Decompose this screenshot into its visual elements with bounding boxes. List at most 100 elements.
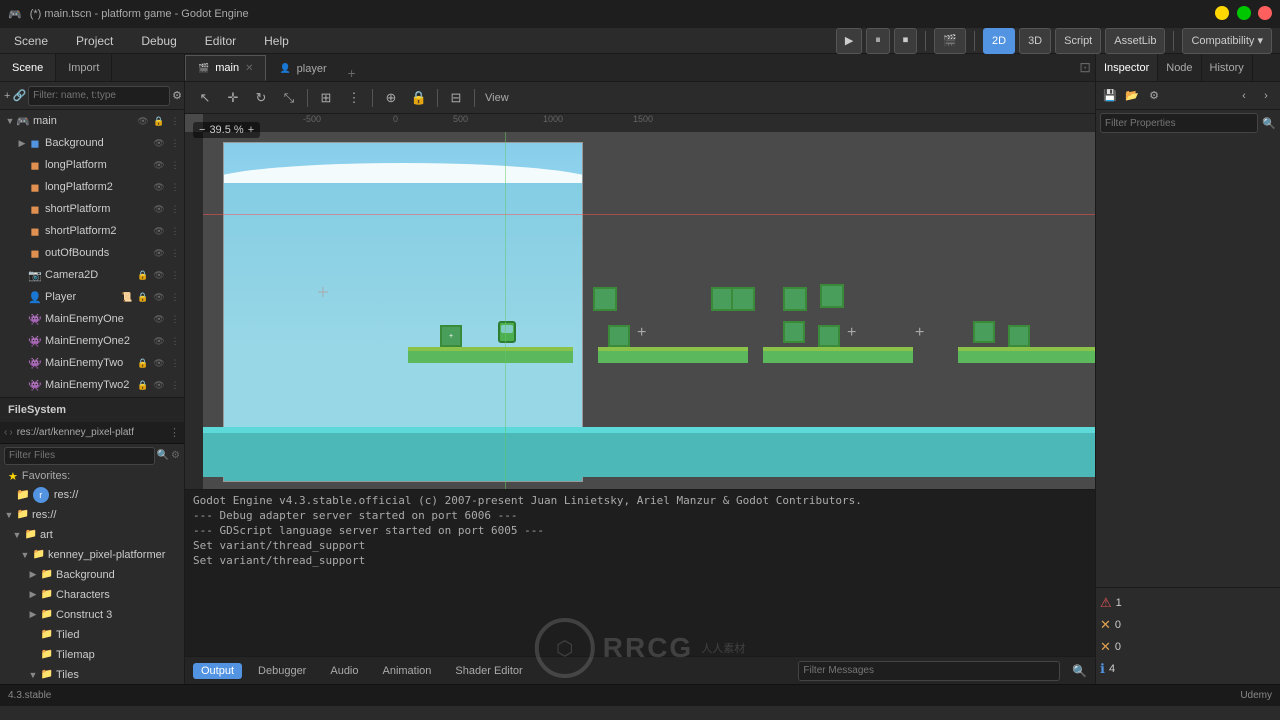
crosshair-v xyxy=(323,287,324,297)
info-count: 4 xyxy=(1109,663,1115,675)
file-item-construct3[interactable]: ▶ 📁 Construct 3 xyxy=(0,605,184,625)
tree-item-player[interactable]: ▶ 👤 Player 📜 🔒 👁 ⋮ xyxy=(0,286,184,308)
link-node-button[interactable]: 🔗 xyxy=(12,86,26,106)
file-item-background-folder[interactable]: ▶ 📁 Background xyxy=(0,565,184,585)
dots-icon: ⋮ xyxy=(168,136,182,150)
zoom-in-btn[interactable]: + xyxy=(248,124,254,136)
pivot-tool[interactable]: ⊕ xyxy=(379,86,403,110)
tab-inspector[interactable]: Inspector xyxy=(1096,54,1158,81)
tab-player[interactable]: 👤 player xyxy=(266,55,339,81)
tree-item-camera2d[interactable]: ▶ 📷 Camera2D 🔒 👁 ⋮ xyxy=(0,264,184,286)
rtb-load[interactable]: 📂 xyxy=(1122,86,1142,106)
file-item-tiles[interactable]: ▼ 📁 Tiles xyxy=(0,665,184,685)
menu-scene[interactable]: Scene xyxy=(8,32,54,50)
tree-item-shortplatform2[interactable]: ▶ ◼ shortPlatform2 👁 ⋮ xyxy=(0,220,184,242)
filesystem-filter: 🔍 ⚙ xyxy=(0,444,184,468)
filter-search-icon[interactable]: 🔍 xyxy=(1262,117,1276,130)
menu-help[interactable]: Help xyxy=(258,32,295,50)
close-button[interactable] xyxy=(1258,6,1272,20)
tree-item-mainenemyone[interactable]: ▶ 👾 MainEnemyOne 👁 ⋮ xyxy=(0,308,184,330)
mode-2d-button[interactable]: 2D xyxy=(983,28,1015,54)
filter-options-button[interactable]: ⚙ xyxy=(172,86,182,106)
node-icon: 👤 xyxy=(28,290,42,304)
tab-shader-editor[interactable]: Shader Editor xyxy=(447,663,530,679)
center-right-area: 🎬 main ✕ 👤 player + ⊡ ↖ ✛ ↻ ⤡ ⊞ ⋮ ⊕ 🔒 xyxy=(185,54,1095,684)
maximize-button[interactable] xyxy=(1237,6,1251,20)
pause-button[interactable]: ⏸ xyxy=(866,28,890,54)
play-button[interactable]: ▶ xyxy=(836,28,862,54)
menu-editor[interactable]: Editor xyxy=(199,32,242,50)
filter-options-icon[interactable]: ⚙ xyxy=(171,450,180,461)
path-options[interactable]: ⋮ xyxy=(169,426,180,439)
compatibility-button[interactable]: Compatibility ▾ xyxy=(1182,28,1272,54)
add-tab-button[interactable]: + xyxy=(340,65,364,81)
tab-history[interactable]: History xyxy=(1202,54,1253,81)
tree-item-background[interactable]: ▶ ◼ Background 👁 ⋮ xyxy=(0,132,184,154)
zoom-out-btn[interactable]: − xyxy=(199,124,205,136)
rtb-nav-left[interactable]: ‹ xyxy=(1234,86,1254,106)
rtb-options[interactable]: ⚙ xyxy=(1144,86,1164,106)
rtb-save[interactable]: 💾 xyxy=(1100,86,1120,106)
menu-project[interactable]: Project xyxy=(70,32,119,50)
tab-import[interactable]: Import xyxy=(56,54,112,81)
eye-icon: 👁 xyxy=(152,136,166,150)
file-item-res[interactable]: ▼ 📁 res:// xyxy=(0,505,184,525)
lock-tool[interactable]: 🔒 xyxy=(407,86,431,110)
mode-script-button[interactable]: Script xyxy=(1055,28,1101,54)
view-label[interactable]: View xyxy=(481,92,513,104)
canvas-viewport[interactable]: -500 0 500 1000 1500 xyxy=(185,114,1095,489)
tree-item-longplatform[interactable]: ▶ ◼ longPlatform 👁 ⋮ xyxy=(0,154,184,176)
add-node-button[interactable]: + xyxy=(4,86,10,106)
rotate-tool[interactable]: ↻ xyxy=(249,86,273,110)
stop-button[interactable]: ⏹ xyxy=(894,28,918,54)
tree-item-main[interactable]: ▼ 🎮 main 👁 🔒 ⋮ xyxy=(0,110,184,132)
filesystem-filter-input[interactable] xyxy=(4,447,155,465)
tab-animation[interactable]: Animation xyxy=(375,663,440,679)
tree-item-mainenemytwo2[interactable]: ▶ 👾 MainEnemyTwo2 🔒 👁 ⋮ xyxy=(0,374,184,396)
tree-item-outofbounds[interactable]: ▶ ◼ outOfBounds 👁 ⋮ xyxy=(0,242,184,264)
mode-assetlib-button[interactable]: AssetLib xyxy=(1105,28,1165,54)
filesystem-path: ‹ › res://art/kenney_pixel-platf ⋮ xyxy=(0,422,184,444)
menu-debug[interactable]: Debug xyxy=(135,32,182,50)
inspector-filter-input[interactable] xyxy=(1100,113,1258,133)
filesystem-header[interactable]: FileSystem xyxy=(0,398,184,422)
tree-item-shortplatform[interactable]: ▶ ◼ shortPlatform 👁 ⋮ xyxy=(0,198,184,220)
file-item-kenney[interactable]: ▼ 📁 kenney_pixel-platformer xyxy=(0,545,184,565)
tab-main[interactable]: 🎬 main ✕ xyxy=(185,55,266,81)
tree-item-mainenemytwo[interactable]: ▶ 👾 MainEnemyTwo 🔒 👁 ⋮ xyxy=(0,352,184,374)
file-tree: ▼ 📁 res:// ▼ 📁 art ▼ 📁 kenney_pixel-plat… xyxy=(0,505,184,685)
movie-button[interactable]: 🎬 xyxy=(934,28,966,54)
filter-search-icon[interactable]: 🔍 xyxy=(157,450,169,461)
tab-close[interactable]: ✕ xyxy=(245,63,253,74)
tab-node[interactable]: Node xyxy=(1158,54,1201,81)
move-tool[interactable]: ✛ xyxy=(221,86,245,110)
rtb-nav-right[interactable]: › xyxy=(1256,86,1276,106)
scale-tool[interactable]: ⤡ xyxy=(277,86,301,110)
file-item-art[interactable]: ▼ 📁 art xyxy=(0,525,184,545)
file-item-tilemap[interactable]: ▶ 📁 Tilemap xyxy=(0,645,184,665)
snap-tool[interactable]: ⋮ xyxy=(342,86,366,110)
filter-input[interactable] xyxy=(28,86,170,106)
node-label: MainEnemyOne2 xyxy=(45,335,152,347)
filter-search-icon[interactable]: 🔍 xyxy=(1072,664,1087,678)
node-icon: 📷 xyxy=(28,268,42,282)
tab-scene[interactable]: Scene xyxy=(0,54,56,81)
file-item-tiled[interactable]: ▶ 📁 Tiled xyxy=(0,625,184,645)
grid-tool[interactable]: ⊟ xyxy=(444,86,468,110)
tab-output[interactable]: Output xyxy=(193,663,242,679)
dots-icon: ⋮ xyxy=(168,224,182,238)
tree-item-longplatform2[interactable]: ▶ ◼ longPlatform2 👁 ⋮ xyxy=(0,176,184,198)
favorites-res[interactable]: 📁 r res:// xyxy=(0,485,184,505)
tab-audio[interactable]: Audio xyxy=(322,663,366,679)
forward-arrow[interactable]: › xyxy=(9,427,12,438)
mode-3d-button[interactable]: 3D xyxy=(1019,28,1051,54)
minimize-button[interactable] xyxy=(1215,6,1229,20)
filter-messages-input[interactable] xyxy=(798,661,1060,681)
tab-debugger[interactable]: Debugger xyxy=(250,663,314,679)
group-tool[interactable]: ⊞ xyxy=(314,86,338,110)
tree-item-mainenemyone2[interactable]: ▶ 👾 MainEnemyOne2 👁 ⋮ xyxy=(0,330,184,352)
file-item-characters[interactable]: ▶ 📁 Characters xyxy=(0,585,184,605)
back-arrow[interactable]: ‹ xyxy=(4,427,7,438)
layout-icon[interactable]: ⊡ xyxy=(1079,59,1091,76)
select-tool[interactable]: ↖ xyxy=(193,86,217,110)
